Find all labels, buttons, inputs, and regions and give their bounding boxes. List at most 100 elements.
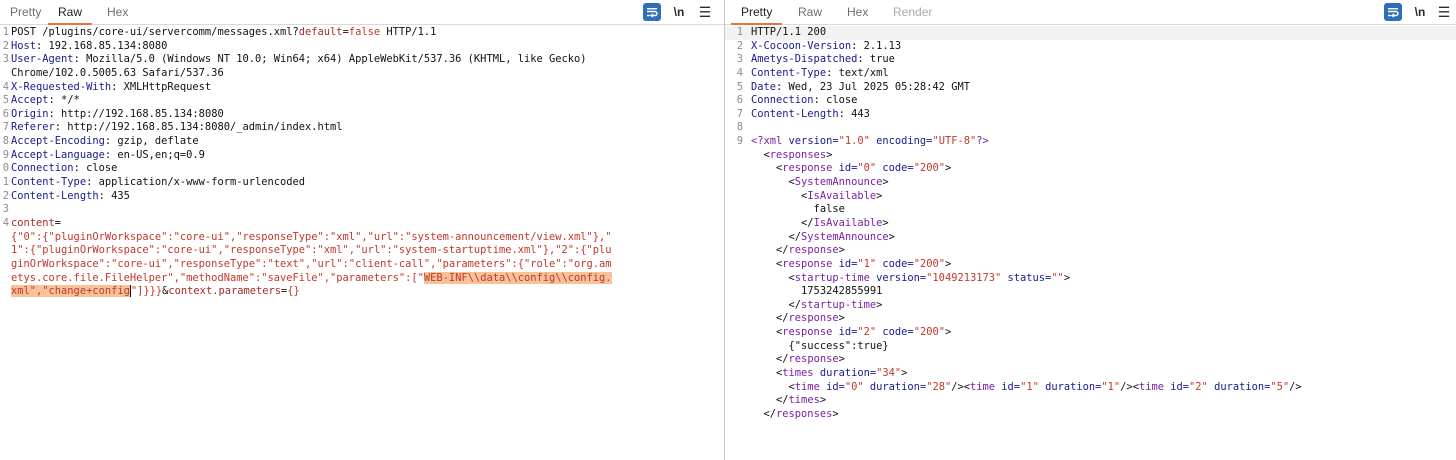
code-token: status= bbox=[1001, 271, 1052, 284]
code-line: 3 User-Agent: Mozilla/5.0 (Windows NT 10.… bbox=[0, 53, 724, 67]
request-tab-pretty[interactable]: Pretty bbox=[10, 0, 41, 24]
code-token: content bbox=[11, 216, 55, 229]
response-tab-hex[interactable]: Hex bbox=[847, 0, 868, 24]
code-token: id= bbox=[838, 162, 858, 175]
code-token: responses bbox=[776, 407, 833, 420]
code-line: {"0":{"pluginOrWorkspace":"core-ui","res… bbox=[0, 231, 724, 245]
line-number: 1 bbox=[2, 26, 9, 38]
code-token: > bbox=[882, 216, 889, 229]
code-line: 1":{"pluginOrWorkspace":"core-ui","respo… bbox=[0, 244, 724, 258]
code-token: User-Agent bbox=[11, 53, 74, 66]
code-token: "1049213173" bbox=[926, 271, 1002, 284]
code-token: </ bbox=[751, 298, 802, 311]
code-line: 2 Content-Length: 435 bbox=[0, 190, 724, 204]
code-token: > bbox=[876, 298, 883, 311]
response-editor[interactable]: 1 HTTP/1.1 200 2 X-Cocoon-Version: 2.1.13 3 A… bbox=[725, 25, 1456, 460]
code-text: X-Cocoon-Version: 2.1.13 bbox=[751, 40, 901, 54]
code-token: default bbox=[298, 26, 343, 38]
code-token: "1" bbox=[1101, 380, 1121, 393]
code-line: </response> bbox=[725, 244, 1456, 258]
code-token: </ bbox=[751, 353, 789, 366]
line-number: 8 bbox=[2, 135, 9, 148]
code-line: 8 Accept-Encoding: gzip, deflate bbox=[0, 135, 724, 149]
request-editor[interactable]: 1 POST /plugins/core-ui/servercomm/messag… bbox=[0, 25, 724, 460]
code-text: <SystemAnnounce> bbox=[751, 176, 889, 190]
code-line: 2 X-Cocoon-Version: 2.1.13 bbox=[725, 40, 1456, 54]
code-line: 3 bbox=[0, 203, 724, 217]
code-token: Content-Type bbox=[751, 66, 827, 79]
code-token: X-Requested-With bbox=[11, 80, 112, 93]
code-token: response bbox=[782, 257, 839, 270]
code-token: />< bbox=[1120, 380, 1139, 393]
code-token: : en-US,en;q=0.9 bbox=[104, 148, 205, 161]
code-text: Origin: http://192.168.85.134:8080 bbox=[11, 108, 224, 122]
code-token: 1753242855991 bbox=[751, 285, 883, 298]
code-text: <startup-time version="1049213173" statu… bbox=[751, 271, 1071, 286]
code-token: duration= bbox=[819, 367, 877, 380]
code-token: < bbox=[751, 257, 783, 270]
code-token: response bbox=[788, 244, 839, 257]
code-text: Content-Type: application/x-www-form-url… bbox=[11, 176, 305, 190]
code-text: Content-Length: 435 bbox=[11, 190, 130, 204]
line-number: 3 bbox=[2, 53, 9, 66]
code-token: : gzip, deflate bbox=[104, 135, 199, 148]
code-token: "0" bbox=[844, 380, 864, 393]
code-token: < bbox=[751, 189, 808, 202]
response-word-wrap-button[interactable] bbox=[1384, 3, 1402, 21]
code-token: version= bbox=[788, 135, 839, 148]
code-token: "1" bbox=[1020, 380, 1039, 393]
response-tab-render[interactable]: Render bbox=[893, 0, 932, 24]
line-number: 6 bbox=[2, 107, 9, 120]
code-token: id= bbox=[838, 257, 858, 270]
code-token: id= bbox=[1170, 380, 1190, 393]
code-token: HTTP/1.1 200 bbox=[751, 26, 827, 38]
code-token: : 192.168.85.134:8080 bbox=[36, 39, 168, 52]
code-token: < bbox=[751, 326, 783, 339]
code-token: id= bbox=[1001, 380, 1021, 393]
code-token: POST /plugins/core-ui/servercomm/message… bbox=[11, 26, 299, 38]
code-line: 7 Content-Length: 443 bbox=[725, 108, 1456, 122]
code-token: : true bbox=[857, 53, 895, 66]
code-line: 9 Accept-Language: en-US,en;q=0.9 bbox=[0, 149, 724, 163]
code-token: "200" bbox=[913, 326, 945, 339]
request-word-wrap-button[interactable] bbox=[643, 3, 661, 21]
code-line: <IsAvailable> bbox=[725, 190, 1456, 204]
request-menu-icon[interactable]: ☰ bbox=[697, 3, 713, 21]
code-text: etys.core.file.FileHelper","methodName":… bbox=[11, 271, 612, 286]
code-line: 7 Referer: http://192.168.85.134:8080/_ad… bbox=[0, 121, 724, 135]
code-text: </SystemAnnounce> bbox=[751, 231, 895, 245]
code-token: duration= bbox=[863, 380, 927, 393]
response-newline-icon[interactable]: \n bbox=[1411, 3, 1429, 21]
code-text: Referer: http://192.168.85.134:8080/_adm… bbox=[11, 121, 343, 135]
code-token: "2" bbox=[857, 326, 877, 339]
code-token: />< bbox=[951, 380, 971, 393]
code-token: : XMLHttpRequest bbox=[111, 80, 212, 93]
code-text: Host: 192.168.85.134:8080 bbox=[11, 40, 167, 54]
code-line: </response> bbox=[725, 353, 1456, 367]
response-menu-icon[interactable]: ☰ bbox=[1436, 3, 1452, 21]
code-token: : 443 bbox=[838, 107, 870, 120]
request-tab-raw[interactable]: Raw bbox=[47, 0, 93, 25]
code-token: > bbox=[944, 257, 952, 270]
line-number: 4 bbox=[736, 66, 743, 79]
code-token: > bbox=[832, 407, 839, 420]
code-text: <response id="1" code="200"> bbox=[751, 258, 951, 272]
response-tab-pretty[interactable]: Pretty bbox=[730, 0, 783, 25]
line-number: 5 bbox=[2, 94, 9, 107]
request-tab-hex[interactable]: Hex bbox=[107, 0, 128, 24]
code-token: Connection bbox=[751, 94, 814, 107]
response-tab-raw[interactable]: Raw bbox=[798, 0, 822, 24]
code-token: {"success":true} bbox=[751, 339, 889, 352]
code-token: < bbox=[751, 271, 795, 284]
code-token: : Wed, 23 Jul 2025 05:28:42 GMT bbox=[776, 80, 970, 93]
request-newline-icon[interactable]: \n bbox=[670, 3, 688, 21]
code-token: Origin bbox=[11, 107, 49, 120]
line-number: 2 bbox=[2, 39, 9, 52]
code-text: <IsAvailable> bbox=[751, 190, 882, 204]
code-text: <time id="0" duration="28"/><time id="1"… bbox=[751, 381, 1302, 395]
selected-token: xml","change+config bbox=[11, 285, 130, 298]
code-token: {"0":{"pluginOrWorkspace":"core-ui","res… bbox=[11, 230, 612, 243]
word-wrap-icon bbox=[1388, 8, 1399, 18]
line-number: 9 bbox=[2, 148, 9, 161]
code-token: response bbox=[788, 312, 839, 325]
